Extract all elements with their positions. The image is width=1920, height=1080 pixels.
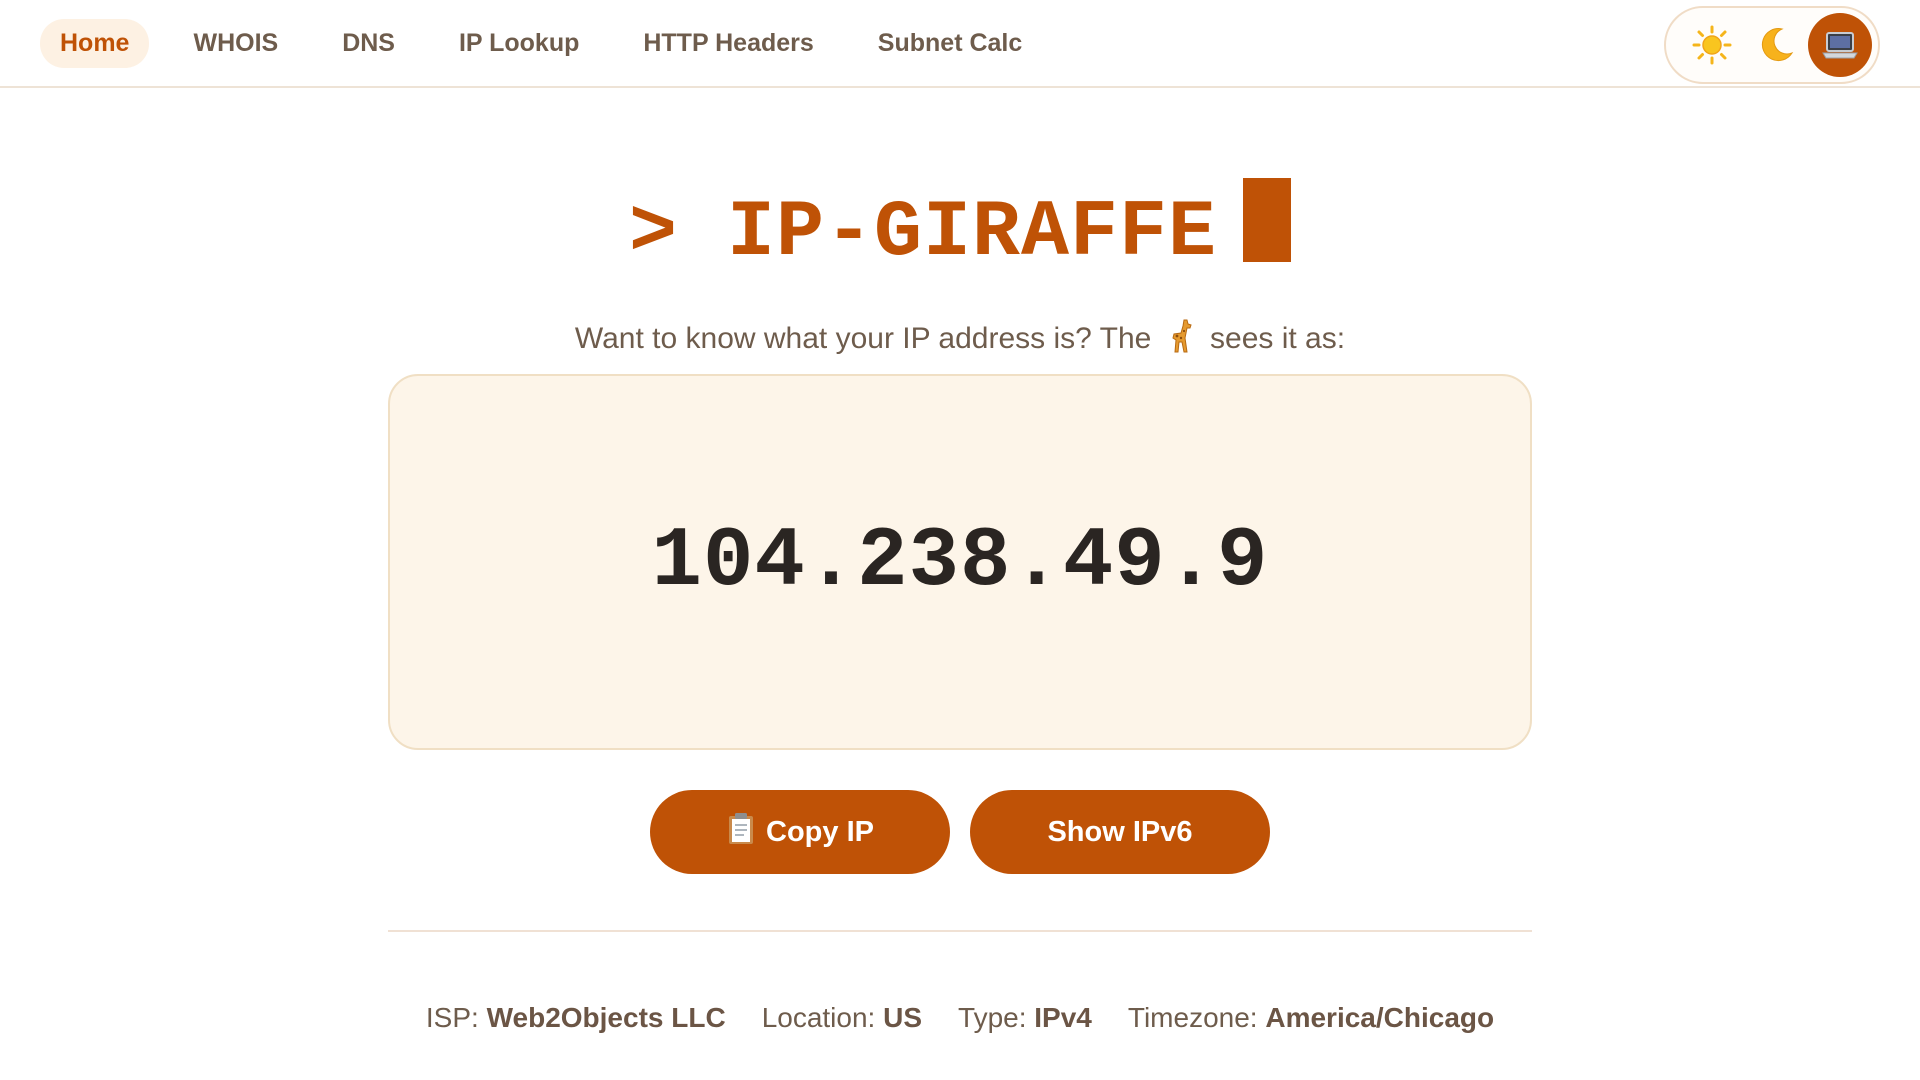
show-ipv6-label: Show IPv6 xyxy=(1047,815,1193,848)
nav-item-http-headers[interactable]: HTTP Headers xyxy=(623,19,833,68)
copy-ip-label: Copy IP xyxy=(766,815,874,848)
section-divider xyxy=(388,930,1532,932)
nav-item-subnet-calc[interactable]: Subnet Calc xyxy=(858,19,1042,68)
nav-item-dns[interactable]: DNS xyxy=(322,19,415,68)
location-info: Location: US xyxy=(762,1002,922,1034)
location-label: Location: xyxy=(761,1002,876,1033)
title-text: > IP-GIRAFFE xyxy=(628,188,1218,279)
sun-icon xyxy=(1692,25,1732,65)
type-value: IPv4 xyxy=(1034,1002,1092,1033)
moon-icon xyxy=(1761,28,1794,62)
theme-switcher xyxy=(1664,6,1880,84)
theme-system-button[interactable] xyxy=(1808,13,1872,77)
type-label: Type: xyxy=(958,1002,1027,1033)
top-navigation-bar: Home WHOIS DNS IP Lookup HTTP Headers Su… xyxy=(0,0,1920,88)
theme-light-button[interactable] xyxy=(1680,13,1744,77)
timezone-value: America/Chicago xyxy=(1265,1002,1495,1033)
main-nav: Home WHOIS DNS IP Lookup HTTP Headers Su… xyxy=(40,18,1042,68)
timezone-info: Timezone: America/Chicago xyxy=(1128,1002,1494,1034)
subtitle-text-after: sees it as: xyxy=(1210,322,1346,355)
clipboard-icon xyxy=(726,811,756,853)
isp-info: ISP: Web2Objects LLC xyxy=(426,1002,726,1034)
theme-dark-button[interactable] xyxy=(1744,13,1808,77)
show-ipv6-button[interactable]: Show IPv6 xyxy=(970,790,1270,874)
nav-item-home[interactable]: Home xyxy=(40,18,150,68)
isp-value: Web2Objects LLC xyxy=(486,1002,726,1033)
type-info: Type: IPv4 xyxy=(958,1002,1092,1034)
subtitle: Want to know what your IP address is? Th… xyxy=(0,318,1920,362)
copy-ip-button[interactable]: Copy IP xyxy=(650,790,950,874)
nav-item-ip-lookup[interactable]: IP Lookup xyxy=(439,19,599,68)
giraffe-icon xyxy=(1166,318,1196,362)
isp-label: ISP: xyxy=(425,1002,479,1033)
nav-item-whois[interactable]: WHOIS xyxy=(173,19,298,68)
laptop-icon xyxy=(1822,32,1858,59)
ip-address-value[interactable]: 104.238.49.9 xyxy=(652,515,1269,610)
location-value: US xyxy=(883,1002,923,1033)
subtitle-text-before: Want to know what your IP address is? Th… xyxy=(574,322,1152,355)
timezone-label: Timezone: xyxy=(1127,1002,1258,1033)
ip-info-row: ISP: Web2Objects LLC Location: US Type: … xyxy=(0,1002,1920,1034)
blinking-cursor xyxy=(1243,178,1292,262)
page-title: > IP-GIRAFFE xyxy=(0,178,1920,282)
ip-address-card: 104.238.49.9 xyxy=(388,374,1532,750)
